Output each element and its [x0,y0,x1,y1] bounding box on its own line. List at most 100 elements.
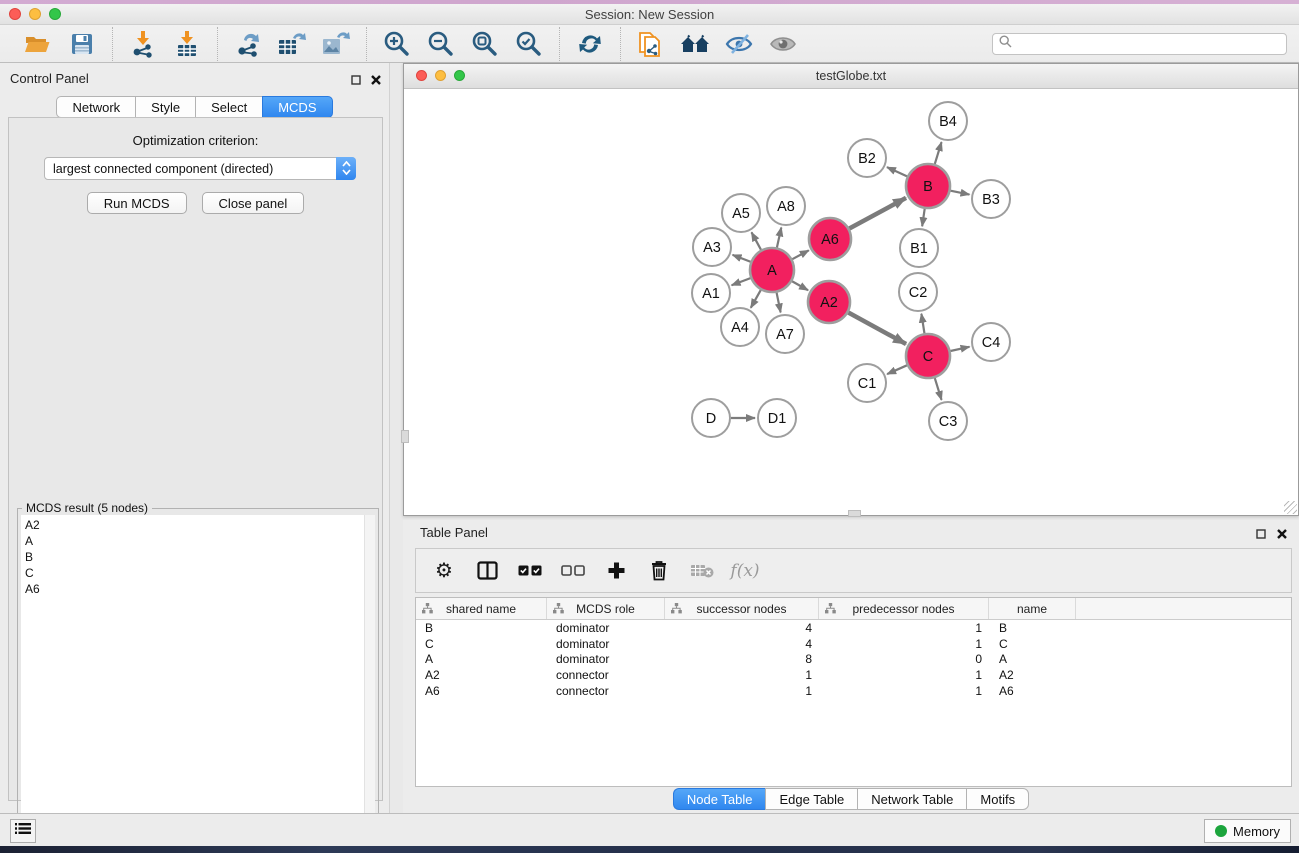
graph-node-B4[interactable]: B4 [929,102,967,140]
horizontal-scroll-thumb[interactable] [848,510,861,517]
close-network-button[interactable] [416,70,427,81]
resize-grip[interactable] [1284,501,1297,514]
tab-motifs[interactable]: Motifs [966,788,1029,810]
zoom-fit-button[interactable] [469,29,501,59]
refresh-button[interactable] [574,29,606,59]
delete-column-button[interactable] [646,556,672,586]
zoom-out-button[interactable] [425,29,457,59]
graph-node-A6[interactable]: A6 [809,218,851,260]
tab-select[interactable]: Select [195,96,262,118]
graph-node-B3[interactable]: B3 [972,180,1010,218]
list-item[interactable]: A6 [25,581,364,597]
graph-node-A[interactable]: A [750,248,794,292]
graph-node-D1[interactable]: D1 [758,399,796,437]
table-settings-button[interactable]: ⚙ [431,556,457,586]
add-column-button[interactable] [603,556,629,586]
minimize-window-button[interactable] [29,8,41,20]
graph-node-D[interactable]: D [692,399,730,437]
graph-node-B[interactable]: B [906,164,950,208]
hide-icon [724,32,754,56]
table-row[interactable]: Adominator80A [416,651,1291,667]
tab-edge-table[interactable]: Edge Table [765,788,857,810]
search-field[interactable] [992,33,1287,55]
graph-node-C2[interactable]: C2 [899,273,937,311]
memory-button[interactable]: Memory [1204,819,1291,843]
export-table-button[interactable] [276,29,308,59]
column-header-MCDS-role[interactable]: MCDS role [547,598,665,619]
list-item[interactable]: A2 [25,517,364,533]
graph-node-A2[interactable]: A2 [808,281,850,323]
graph-node-C1[interactable]: C1 [848,364,886,402]
task-history-button[interactable] [10,819,36,843]
float-icon[interactable] [1256,526,1266,544]
tab-style[interactable]: Style [135,96,195,118]
column-header-predecessor-nodes[interactable]: predecessor nodes [819,598,989,619]
maximize-window-button[interactable] [49,8,61,20]
graph-node-A8[interactable]: A8 [767,187,805,225]
table-row[interactable]: Bdominator41B [416,620,1291,636]
deselect-all-icon [561,565,585,576]
run-mcds-button[interactable]: Run MCDS [87,192,187,214]
close-icon[interactable] [1277,526,1287,544]
tab-network-table[interactable]: Network Table [857,788,966,810]
hide-button[interactable] [723,29,755,59]
function-builder-button[interactable]: f(x) [732,556,758,586]
tab-mcds[interactable]: MCDS [262,96,332,118]
list-item[interactable]: B [25,549,364,565]
graph-node-A3[interactable]: A3 [693,228,731,266]
export-network-button[interactable] [232,29,264,59]
show-button[interactable] [767,29,799,59]
graph-node-B2[interactable]: B2 [848,139,886,177]
mcds-result-list[interactable]: A2ABCA6 [21,515,364,847]
show-icon [768,33,798,55]
delete-table-button[interactable] [689,556,715,586]
graph-node-A4[interactable]: A4 [721,308,759,346]
network-graph: B4 B2 B B3 A8A5 A6 B1 A3 A A1 C2 A2 A4A7 C4 C C1 C3 D D1 [406,90,1296,513]
graph-node-C4[interactable]: C4 [972,323,1010,361]
deselect-all-button[interactable] [560,556,586,586]
table-cell: A2 [416,668,547,682]
close-icon[interactable] [371,72,381,90]
network-canvas[interactable]: B4 B2 B B3 A8A5 A6 B1 A3 A A1 C2 A2 A4A7 C4 C C1 C3 D D1 [406,90,1296,511]
export-network-icon [234,30,262,58]
graph-node-A7[interactable]: A7 [766,315,804,353]
graph-node-C[interactable]: C [906,334,950,378]
table-row[interactable]: Cdominator41C [416,636,1291,652]
column-header-shared-name[interactable]: shared name [416,598,547,619]
column-header-successor-nodes[interactable]: successor nodes [665,598,819,619]
table-row[interactable]: A2connector11A2 [416,667,1291,683]
zoom-selected-button[interactable] [513,29,545,59]
import-network-button[interactable] [127,29,159,59]
table-row[interactable]: A6connector11A6 [416,683,1291,699]
network-document-button[interactable] [635,29,667,59]
close-panel-button[interactable]: Close panel [202,192,305,214]
zoom-in-button[interactable] [381,29,413,59]
save-session-button[interactable] [66,29,98,59]
float-icon[interactable] [351,72,361,90]
select-all-button[interactable] [517,556,543,586]
search-input[interactable] [1017,37,1280,51]
graph-node-C3[interactable]: C3 [929,402,967,440]
show-columns-button[interactable] [474,556,500,586]
tab-network[interactable]: Network [56,96,135,118]
vertical-scroll-thumb[interactable] [401,430,409,443]
tab-node-table[interactable]: Node Table [673,788,766,810]
import-table-button[interactable] [171,29,203,59]
export-image-button[interactable] [320,29,352,59]
criterion-select[interactable]: largest connected component (directed) [44,157,356,180]
column-label: successor nodes [696,602,786,616]
minimize-network-button[interactable] [435,70,446,81]
column-header-name[interactable]: name [989,598,1076,619]
home-button[interactable] [679,29,711,59]
close-window-button[interactable] [9,8,21,20]
graph-node-B1[interactable]: B1 [900,229,938,267]
result-scrollbar[interactable] [364,515,375,847]
list-item[interactable]: A [25,533,364,549]
maximize-network-button[interactable] [454,70,465,81]
graph-node-A5[interactable]: A5 [722,194,760,232]
graph-edge-A-A8 [777,227,781,247]
list-item[interactable]: C [25,565,364,581]
table-cell: 1 [819,684,989,698]
open-session-button[interactable] [22,29,54,59]
graph-node-A1[interactable]: A1 [692,274,730,312]
